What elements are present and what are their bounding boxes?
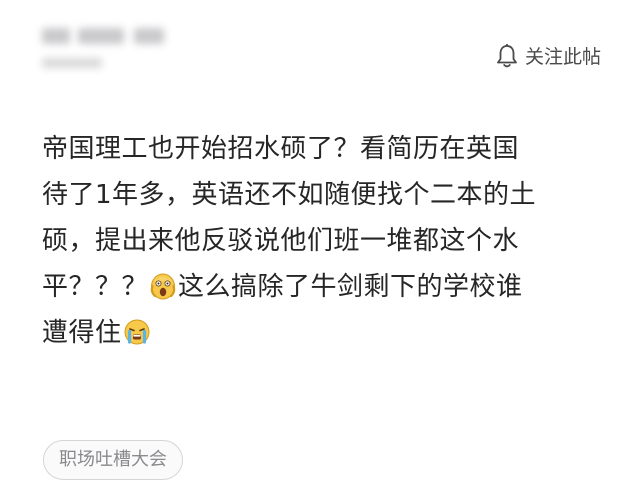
bell-icon: [495, 43, 519, 69]
post-line: 帝国理工也开始招水硕了？看简历在英国: [42, 134, 520, 164]
post-line: 平？？？ 这么搞除了牛剑剩下的学校谁: [42, 264, 608, 310]
post-line-text: 遭得住: [42, 318, 122, 348]
post-line: 待了1年多，英语还不如随便找个二本的土: [42, 180, 537, 210]
crying-face-emoji-icon: [123, 315, 151, 345]
follow-post-button[interactable]: 关注此帖: [495, 42, 601, 69]
post-card: 关注此帖 帝国理工也开始招水硕了？看简历在英国 待了1年多，英语还不如随便找个二…: [0, 0, 641, 504]
blurred-username-part: [134, 28, 164, 44]
author-info-blurred: [38, 22, 173, 82]
shocked-face-emoji-icon: [149, 269, 177, 300]
post-body: 帝国理工也开始招水硕了？看简历在英国 待了1年多，英语还不如随便找个二本的土 硕…: [42, 126, 608, 356]
topic-tag[interactable]: 职场吐槽大会: [43, 440, 183, 480]
post-line-text: 这么搞除了牛剑剩下的学校谁: [178, 272, 523, 302]
post-line-text: 平？？？: [42, 272, 149, 302]
blurred-username: [78, 28, 124, 44]
follow-post-label: 关注此帖: [524, 46, 601, 68]
blurred-avatar: [42, 28, 70, 44]
post-line: 遭得住: [42, 310, 608, 356]
blurred-subtitle: [42, 58, 102, 68]
post-line: 硕，提出来他反驳说他们班一堆都这个水: [42, 226, 520, 256]
